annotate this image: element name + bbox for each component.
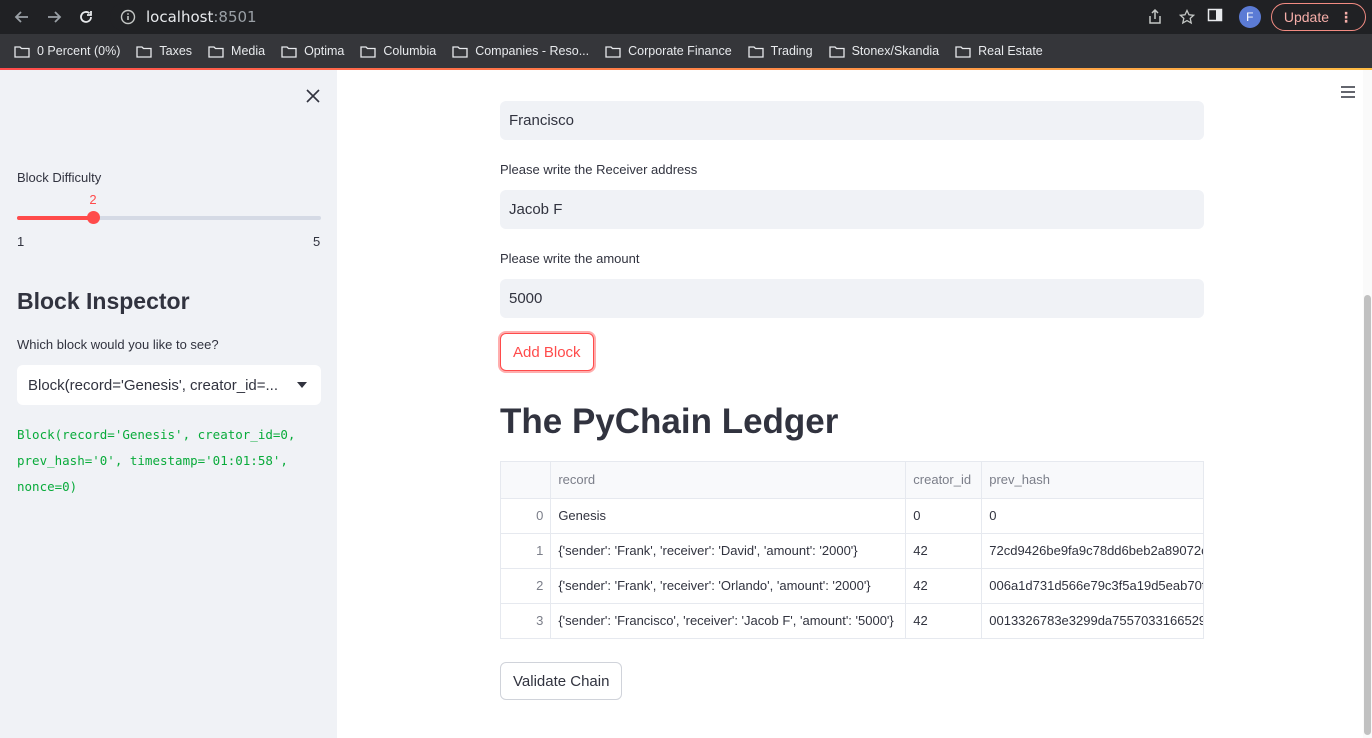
bookmark-item[interactable]: Optima <box>281 44 344 58</box>
cell-creator-id[interactable]: 42 <box>905 568 983 604</box>
sender-value: Francisco <box>509 112 575 129</box>
side-panel-icon[interactable] <box>1207 7 1227 27</box>
address-bar[interactable]: localhost:8501 <box>110 3 1205 31</box>
bookmark-item[interactable]: 0 Percent (0%) <box>14 44 120 58</box>
bookmark-item[interactable]: Companies - Reso... <box>452 44 589 58</box>
bookmarks-bar: 0 Percent (0%) Taxes Media Optima Columb… <box>0 34 1372 68</box>
amount-input[interactable]: 5000 <box>500 279 1204 318</box>
block-select[interactable]: Block(record='Genesis', creator_id=... <box>17 365 321 405</box>
slider-thumb[interactable] <box>87 211 100 224</box>
block-select-value: Block(record='Genesis', creator_id=... <box>28 376 279 394</box>
more-menu-icon: ⋮ <box>1339 8 1353 25</box>
table-row: 1 {'sender': 'Frank', 'receiver': 'David… <box>501 533 1203 569</box>
hamburger-menu-icon[interactable] <box>1339 84 1357 100</box>
bookmark-item[interactable]: Real Estate <box>955 44 1043 58</box>
scrollbar-thumb[interactable] <box>1364 295 1371 735</box>
bookmark-item[interactable]: Taxes <box>136 44 192 58</box>
chevron-down-icon <box>297 382 307 388</box>
folder-icon <box>360 45 377 58</box>
folder-icon <box>208 45 224 58</box>
bookmark-item[interactable]: Media <box>208 44 265 58</box>
cell-creator-id[interactable]: 42 <box>905 533 983 569</box>
cell-record[interactable]: {'sender': 'Frank', 'receiver': 'David',… <box>550 533 907 569</box>
cell-prev-hash[interactable]: 0013326783e3299da75570331665298 <box>981 603 1203 638</box>
receiver-input[interactable]: Jacob F <box>500 190 1204 229</box>
receiver-value: Jacob F <box>509 201 563 218</box>
folder-icon <box>748 45 764 58</box>
cell-creator-id[interactable]: 42 <box>905 603 983 638</box>
table-row: 0 Genesis 0 0 <box>501 498 1203 534</box>
slider-fill <box>17 216 93 220</box>
add-block-button[interactable]: Add Block <box>500 333 594 371</box>
page-scrollbar[interactable] <box>1363 70 1372 738</box>
url-text: localhost:8501 <box>146 8 257 26</box>
amount-label: Please write the amount <box>500 251 640 266</box>
folder-icon <box>605 45 621 58</box>
folder-icon <box>955 45 971 58</box>
slider-min: 1 <box>17 234 25 249</box>
cell-prev-hash[interactable]: 72cd9426be9fa9c78dd6beb2a89072c <box>981 533 1203 569</box>
receiver-label: Please write the Receiver address <box>500 162 698 177</box>
row-index[interactable]: 3 <box>501 603 552 638</box>
validate-chain-button[interactable]: Validate Chain <box>500 662 623 700</box>
slider-label: Block Difficulty <box>17 170 102 185</box>
row-index[interactable]: 1 <box>501 533 552 569</box>
cell-prev-hash[interactable]: 006a1d731d566e79c3f5a19d5eab70f <box>981 568 1203 604</box>
cell-record[interactable]: {'sender': 'Frank', 'receiver': 'Orlando… <box>550 568 907 604</box>
amount-value: 5000 <box>509 290 543 307</box>
column-header-prev-hash[interactable]: prev_hash <box>981 462 1203 499</box>
cell-prev-hash[interactable]: 0 <box>981 498 1203 534</box>
folder-icon <box>14 45 30 58</box>
block-inspector-title: Block Inspector <box>17 288 190 314</box>
table-header-row: record creator_id prev_hash <box>501 462 1203 499</box>
share-icon[interactable] <box>1145 7 1165 27</box>
update-button[interactable]: Update ⋮ <box>1270 3 1366 31</box>
slider-value: 2 <box>89 192 97 207</box>
sender-input[interactable]: Francisco <box>500 101 1204 140</box>
block-select-label: Which block would you like to see? <box>17 337 219 352</box>
bookmark-item[interactable]: Columbia <box>360 44 436 58</box>
close-sidebar-icon[interactable] <box>303 86 323 106</box>
slider-max: 5 <box>313 234 321 249</box>
column-header-index[interactable] <box>501 462 552 499</box>
reload-icon[interactable] <box>72 3 100 31</box>
profile-avatar[interactable]: F <box>1238 6 1261 28</box>
folder-icon <box>281 45 297 58</box>
cell-record[interactable]: Genesis <box>550 498 907 534</box>
row-index[interactable]: 0 <box>501 498 552 534</box>
bookmark-item[interactable]: Corporate Finance <box>605 44 732 58</box>
folder-icon <box>452 45 468 58</box>
row-index[interactable]: 2 <box>501 568 552 604</box>
bookmark-item[interactable]: Stonex/Skandia <box>828 44 939 58</box>
folder-icon <box>136 45 153 58</box>
folder-icon <box>828 45 845 58</box>
bookmark-star-icon[interactable] <box>1177 7 1197 27</box>
difficulty-slider[interactable]: 2 <box>17 192 321 224</box>
column-header-creator-id[interactable]: creator_id <box>905 462 983 499</box>
block-code-output: Block(record='Genesis', creator_id=0, pr… <box>17 427 296 494</box>
column-header-record[interactable]: record <box>550 462 907 499</box>
sidebar: Block Difficulty 2 1 5 Block Inspector W… <box>0 70 337 738</box>
site-info-icon[interactable] <box>118 7 138 27</box>
ledger-table[interactable]: record creator_id prev_hash 0 Genesis 0 … <box>500 461 1204 639</box>
forward-icon[interactable] <box>40 3 68 31</box>
cell-record[interactable]: {'sender': 'Francisco', 'receiver': 'Jac… <box>550 603 907 638</box>
table-row: 2 {'sender': 'Frank', 'receiver': 'Orlan… <box>501 568 1203 604</box>
back-icon[interactable] <box>8 3 36 31</box>
table-row: 3 {'sender': 'Francisco', 'receiver': 'J… <box>501 603 1203 638</box>
ledger-title: The PyChain Ledger <box>500 402 839 441</box>
update-label: Update <box>1283 9 1329 25</box>
bookmark-item[interactable]: Trading <box>748 44 813 58</box>
browser-toolbar: localhost:8501 F Update ⋮ <box>0 0 1372 34</box>
cell-creator-id[interactable]: 0 <box>905 498 983 534</box>
